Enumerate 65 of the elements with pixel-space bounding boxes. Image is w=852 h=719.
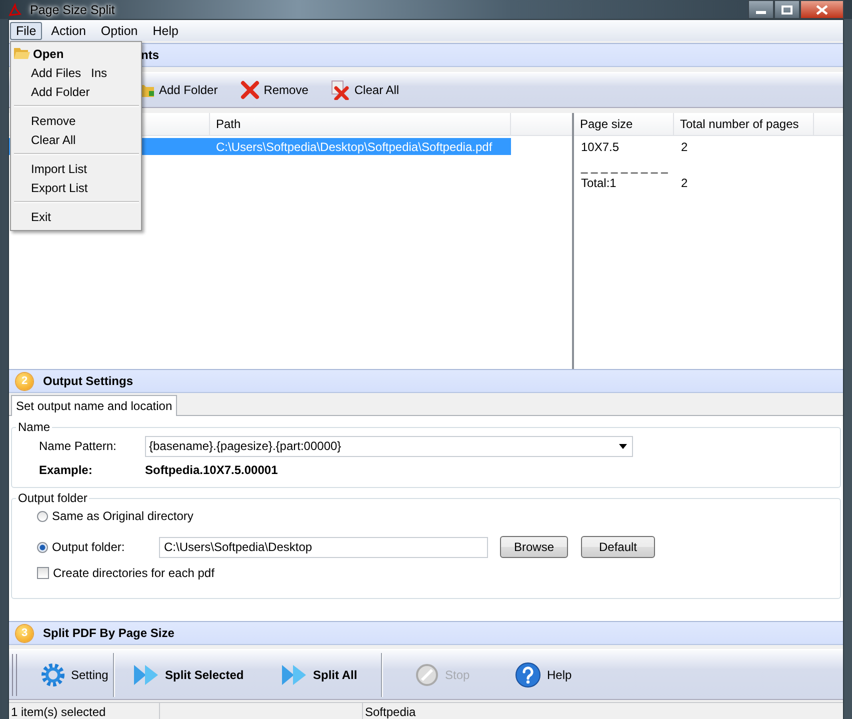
close-icon [816,4,828,14]
dashed-rule: _ _ _ _ _ _ _ _ _ [581,163,669,172]
double-arrow-icon [281,662,307,686]
checkbox[interactable] [37,567,49,579]
example-text: Softpedia.10X7.5.00001 [145,463,278,477]
menu-item[interactable]: Option [94,22,144,40]
menu-item[interactable]: Add Folder [11,82,141,101]
toolbar-button[interactable]: Clear All [330,80,400,100]
maximize-button[interactable] [774,0,800,19]
menu-item[interactable]: Export List [11,178,141,197]
checkbox-label: Create directories for each pdf [53,566,214,580]
stop-icon [415,662,439,686]
maximize-icon [781,4,793,14]
caret-icon [619,444,627,448]
radio-label: Output folder: [52,540,126,554]
radio-label: Same as Original directory [52,509,194,523]
toolbar-button[interactable]: Split Selected [133,654,263,694]
double-arrow-icon [133,662,159,686]
menu-item[interactable]: Add Files Ins [11,63,141,82]
group-label: Name [17,420,52,434]
browse-button[interactable]: Browse [500,536,568,558]
tab[interactable]: Set output name and location [11,395,178,416]
radio-button[interactable] [37,510,48,522]
step-badge: 3 [16,624,33,642]
clear-icon [330,80,350,100]
menu-item[interactable]: File [10,22,42,40]
toolbar-button[interactable]: Split All [281,654,381,694]
section-title: Output Settings [43,374,133,388]
table-cell-text: Total:1 [581,176,618,190]
step-badge: 2 [16,372,33,390]
toolbar-button[interactable]: Remove [240,80,308,100]
column-header[interactable]: Path [210,113,511,135]
window-title: Page Size Split [30,2,115,16]
column-header[interactable]: Total number of pages [674,113,814,135]
folder-field[interactable]: C:\Users\Softpedia\Desktop [159,536,488,558]
menu-item[interactable]: Remove [11,111,141,130]
radio-button[interactable] [37,542,48,552]
toolbar-button[interactable]: Help [515,654,595,694]
menu-item[interactable]: Open [11,44,141,63]
table-cell: C:\Users\Softpedia\Desktop\Softpedia\Softpedia.pdf [216,140,492,154]
gear-icon [41,662,65,686]
section-title: Split PDF By Page Size [43,626,174,640]
field-label: Name Pattern: [39,439,118,453]
toolbar-button[interactable]: Setting [41,654,113,694]
help-icon [515,662,541,688]
menu-item[interactable]: Exit [11,207,141,226]
table-cell: 2 [681,140,688,154]
table-cell: 2 [681,176,688,190]
group-label: Output folder [17,491,88,505]
menu-item[interactable]: Import List [11,159,141,178]
folder-icon [14,46,30,60]
menu-item[interactable]: Action [45,22,92,40]
minimize-button[interactable] [748,0,774,19]
pdf-icon [8,2,22,16]
section-title: nts [141,48,159,62]
table-cell-text: 10X7.5 [581,140,620,154]
default-button[interactable]: Default [581,536,655,558]
status-text: 1 item(s) selected [9,703,160,719]
close-button[interactable] [800,0,844,19]
pattern-dropdown[interactable]: {basename}.{pagesize}.{part:00000} [145,436,633,456]
status-text: Softpedia [364,704,417,719]
column-header[interactable]: Page size [574,113,674,135]
field-label: Example: [39,463,94,477]
menu-item[interactable]: Help [146,22,184,40]
cross-icon [240,80,260,100]
